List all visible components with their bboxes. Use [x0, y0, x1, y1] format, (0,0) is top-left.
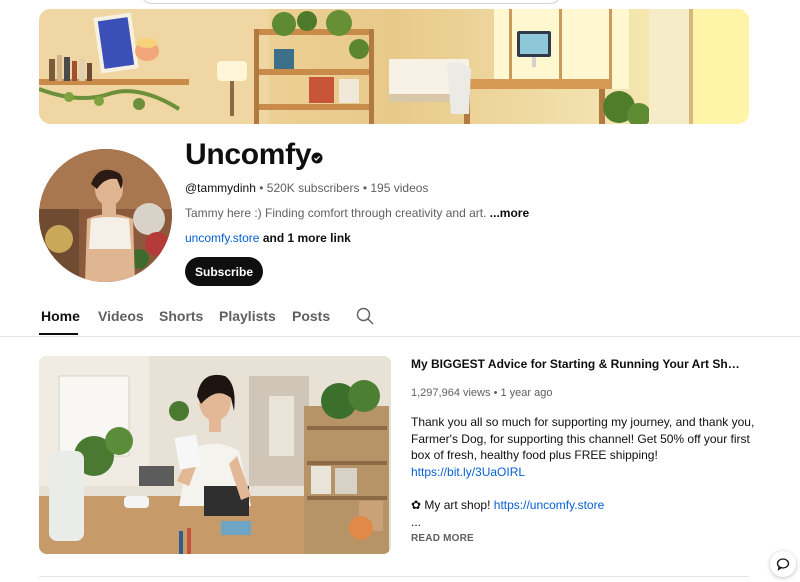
promo-link[interactable]: https://bit.ly/3UaOIRL — [411, 465, 525, 479]
channel-link[interactable]: uncomfy.store — [185, 231, 259, 245]
channel-name: Uncomfy — [185, 138, 312, 171]
description-line: Farmer's Dog, for supporting this channe… — [411, 431, 750, 446]
channel-description-text: Tammy here :) Finding comfort through cr… — [185, 206, 487, 220]
view-count: 1,297,964 views — [411, 387, 491, 399]
verified-check-icon — [311, 152, 323, 164]
description-line: Thank you all so much for supporting my … — [411, 415, 755, 429]
channel-banner — [39, 9, 749, 124]
tab-home[interactable]: Home — [41, 308, 80, 324]
channel-description: Tammy here :) Finding comfort through cr… — [185, 206, 529, 220]
more-links-button[interactable]: and 1 more link — [263, 231, 351, 245]
meta-separator: • — [493, 387, 498, 399]
description-line: box of fresh, healthy food plus FREE shi… — [411, 448, 658, 463]
shop-link[interactable]: https://uncomfy.store — [494, 498, 605, 512]
channel-tabs: Home Videos Shorts Playlists Posts — [0, 296, 800, 337]
tab-shorts[interactable]: Shorts — [159, 308, 203, 324]
subscribe-button[interactable]: Subscribe — [185, 257, 263, 286]
chat-bubble-icon — [776, 558, 790, 571]
featured-video-thumbnail[interactable] — [39, 356, 391, 554]
tab-playlists[interactable]: Playlists — [219, 308, 276, 324]
channel-links: uncomfy.store and 1 more link — [185, 231, 351, 245]
channel-avatar[interactable] — [39, 149, 172, 282]
read-more-button[interactable]: READ MORE — [411, 533, 474, 544]
featured-video-description: Thank you all so much for supporting my … — [411, 414, 755, 530]
shop-line: ✿ My art shop! https://uncomfy.store — [411, 497, 751, 514]
description-more-button[interactable]: ...more — [490, 206, 529, 220]
video-count: 195 videos — [370, 181, 429, 195]
meta-separator: • — [259, 181, 264, 195]
featured-video-meta: 1,297,964 views • 1 year ago — [411, 387, 552, 399]
channel-meta: @tammydinh • 520K subscribers • 195 vide… — [185, 181, 428, 195]
active-tab-indicator — [39, 333, 78, 335]
section-divider — [39, 576, 749, 577]
tab-videos[interactable]: Videos — [98, 308, 144, 324]
meta-separator: • — [362, 181, 368, 195]
subscriber-count: 520K subscribers — [266, 181, 360, 195]
shop-prefix: ✿ My art shop! — [411, 497, 491, 512]
masthead-search-edge — [140, 0, 562, 4]
channel-handle: @tammydinh — [185, 181, 256, 195]
upload-age: 1 year ago — [500, 387, 553, 399]
tab-posts[interactable]: Posts — [292, 308, 330, 324]
featured-video-title[interactable]: My BIGGEST Advice for Starting & Running… — [411, 357, 746, 371]
search-icon[interactable] — [356, 307, 374, 325]
chat-button[interactable] — [770, 551, 796, 577]
description-ellipsis: ... — [411, 514, 422, 529]
